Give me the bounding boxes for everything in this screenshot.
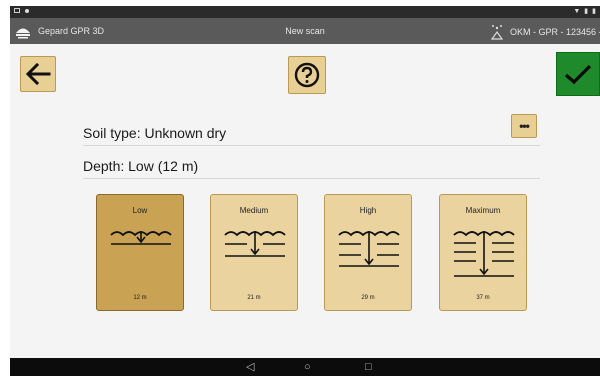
signal-icon: ▮ xyxy=(592,8,596,15)
help-button[interactable] xyxy=(288,56,326,94)
depth-medium-icon xyxy=(224,231,286,257)
confirm-button[interactable] xyxy=(556,52,600,96)
nav-recents-icon[interactable]: □ xyxy=(365,361,372,373)
depth-low-icon xyxy=(110,231,172,245)
question-mark-icon xyxy=(294,62,320,88)
device-name: OKM - GPR - 123456 - xyxy=(510,27,600,37)
depth-option-label: Medium xyxy=(239,206,269,215)
depth-option-label: Maximum xyxy=(465,206,501,215)
system-nav-bar: ◁ ○ □ xyxy=(10,358,600,376)
more-icon: ••• xyxy=(519,119,530,133)
depth-label: Depth: Low (12 m) xyxy=(83,158,199,174)
soil-type-label: Soil type: Unknown dry xyxy=(83,125,227,141)
app-bar: Gepard GPR 3D New scan OKM - GPR - 12345… xyxy=(10,18,600,44)
depth-option-maximum[interactable]: Maximum 37 m xyxy=(439,194,527,311)
nav-home-icon[interactable]: ○ xyxy=(304,361,311,373)
device-indicator[interactable]: OKM - GPR - 123456 - xyxy=(488,23,600,41)
depth-option-medium[interactable]: Medium 21 m xyxy=(210,194,298,311)
soil-type-more-button[interactable]: ••• xyxy=(511,114,537,138)
depth-option-label: Low xyxy=(132,206,148,215)
screenshot-notification-icon xyxy=(14,8,20,13)
arrow-left-icon xyxy=(25,63,51,85)
depth-high-icon xyxy=(338,231,400,267)
depth-option-label: High xyxy=(359,206,377,215)
depth-row: Depth: Low (12 m) xyxy=(83,157,540,179)
depth-option-high[interactable]: High 29 m xyxy=(324,194,412,311)
depth-option-distance: 37 m xyxy=(476,295,490,301)
checkmark-icon xyxy=(564,64,592,85)
notification-dot-icon xyxy=(25,8,29,13)
soil-type-row[interactable]: Soil type: Unknown dry xyxy=(83,124,540,146)
depth-option-distance: 21 m xyxy=(247,295,261,301)
back-button[interactable] xyxy=(20,56,56,92)
status-bar: ▼ ▮ ▮ xyxy=(10,6,600,18)
depth-option-low[interactable]: Low 12 m xyxy=(96,194,184,311)
device-screen: ▼ ▮ ▮ Gepard GPR 3D New scan OKM - GPR -… xyxy=(10,6,600,376)
radar-signal-icon xyxy=(490,25,504,40)
battery-icon: ▮ xyxy=(584,8,589,15)
depth-option-distance: 12 m xyxy=(133,295,147,301)
wifi-icon: ▼ xyxy=(573,7,581,15)
depth-option-distance: 29 m xyxy=(361,295,375,301)
depth-maximum-icon xyxy=(453,231,515,277)
nav-back-icon[interactable]: ◁ xyxy=(246,361,254,373)
main-content: Soil type: Unknown dry ••• Depth: Low (1… xyxy=(10,44,600,358)
